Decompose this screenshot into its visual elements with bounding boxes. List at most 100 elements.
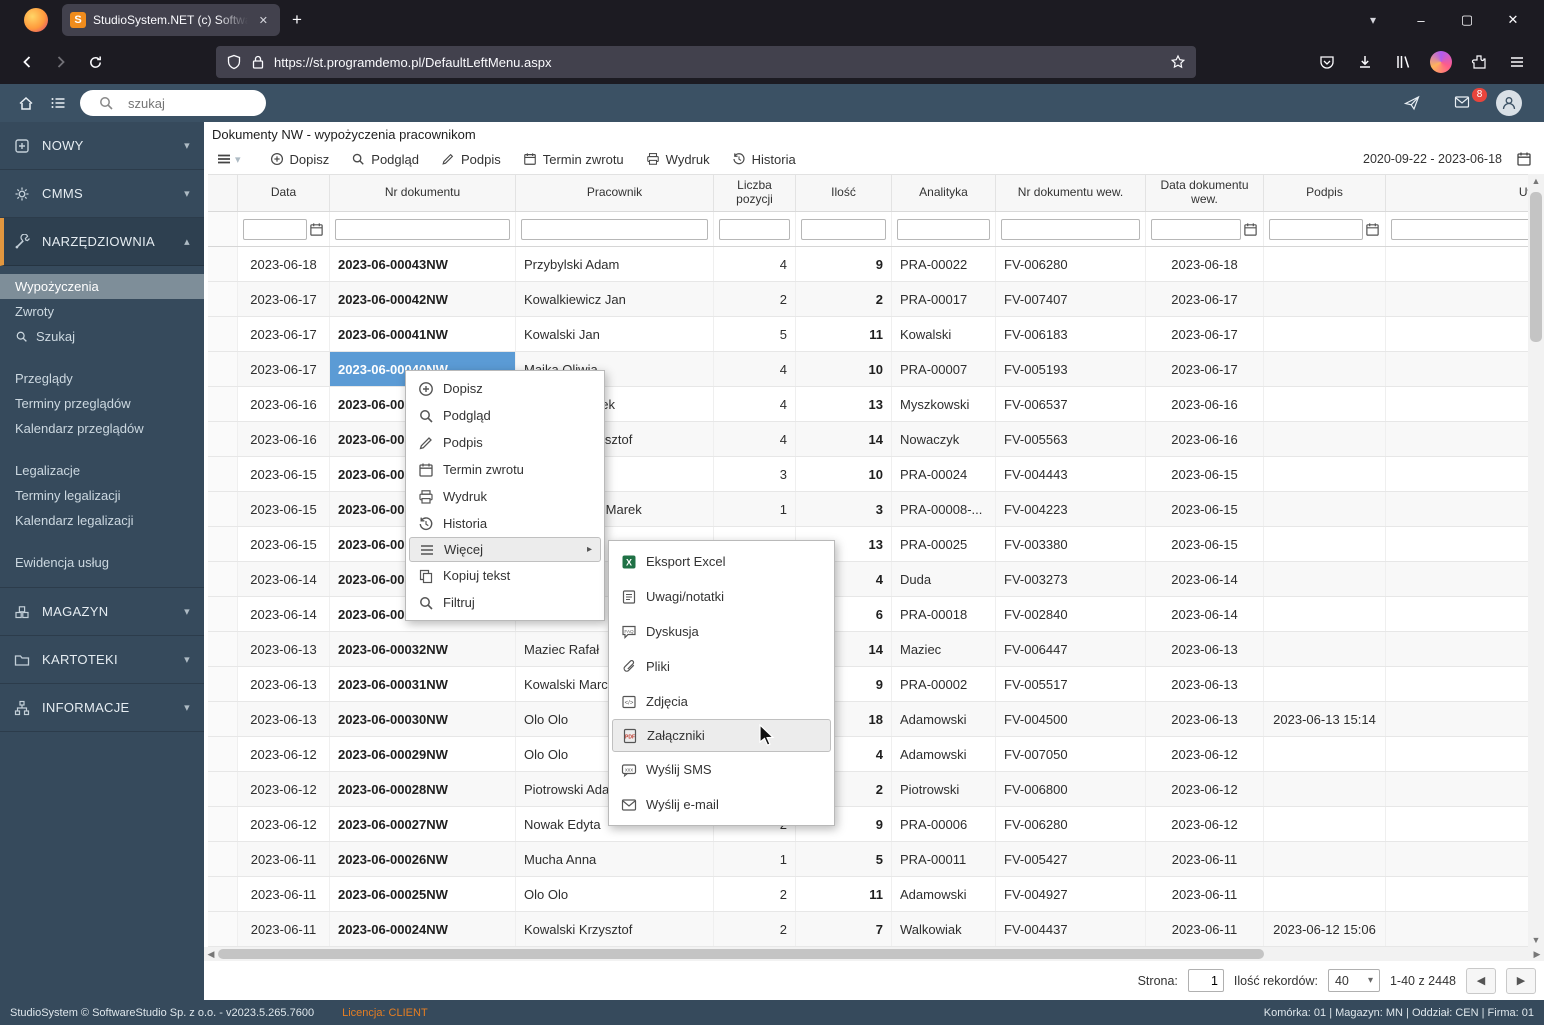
shield-icon[interactable] xyxy=(226,54,242,70)
new-tab-button[interactable]: + xyxy=(280,10,314,30)
column-header-liczba-pozycji[interactable]: Liczba pozycji xyxy=(714,175,796,211)
sidebar-item-informacje[interactable]: INFORMACJE ▾ xyxy=(0,684,204,732)
submenu-item-za-czniki[interactable]: PDF Załączniki xyxy=(612,719,831,752)
calendar-icon[interactable] xyxy=(1243,222,1258,237)
table-row[interactable]: 2023-06-13 2023-06-00032NW Maziec Rafał 14 M… xyxy=(208,632,1532,667)
submenu-item-pliki[interactable]: Pliki xyxy=(609,649,834,684)
user-profile-button[interactable] xyxy=(1496,90,1522,116)
calendar-icon[interactable] xyxy=(309,222,324,237)
column-header-nr-dokumentu-wew[interactable]: Nr dokumentu wew. xyxy=(996,175,1146,211)
column-header-data[interactable]: Data xyxy=(238,175,330,211)
toolbar-button-podgl-d[interactable]: Podgląd xyxy=(340,149,430,170)
filter-input-pracownik[interactable] xyxy=(521,218,708,240)
date-range-calendar-icon[interactable] xyxy=(1516,151,1532,167)
vertical-scrollbar[interactable]: ▲ ▼ xyxy=(1528,174,1544,947)
sidebar-item-nowy[interactable]: NOWY ▾ xyxy=(0,122,204,170)
calendar-icon[interactable] xyxy=(1365,222,1380,237)
column-header-ilo[interactable]: Ilość xyxy=(796,175,892,211)
app-menu-icon[interactable] xyxy=(1500,46,1534,78)
context-menu-item-wydruk[interactable]: Wydruk xyxy=(406,483,604,510)
context-menu-item-termin-zwrotu[interactable]: Termin zwrotu xyxy=(406,456,604,483)
filter-input-liczba-pozycji[interactable] xyxy=(719,218,790,240)
table-row[interactable]: 2023-06-11 2023-06-00025NW Olo Olo 2 11 Adamo… xyxy=(208,877,1532,912)
filter-input-uwagi[interactable] xyxy=(1391,218,1532,240)
scroll-left-icon[interactable]: ◀ xyxy=(204,949,218,960)
window-close-button[interactable]: ✕ xyxy=(1490,5,1536,35)
sidebar-item-cmms[interactable]: CMMS ▾ xyxy=(0,170,204,218)
sidebar-subitem-przegl-dy[interactable]: Przeglądy xyxy=(0,366,204,391)
filter-input-nr-dokumentu[interactable] xyxy=(335,218,510,240)
forward-button[interactable] xyxy=(44,46,78,78)
toolbar-button-termin-zwrotu[interactable]: Termin zwrotu xyxy=(512,149,635,170)
table-row[interactable]: 2023-06-11 2023-06-00026NW Mucha Anna 1 5 PRA… xyxy=(208,842,1532,877)
lock-icon[interactable] xyxy=(250,54,266,70)
sidebar-subitem-terminy-przegl-d-w[interactable]: Terminy przeglądów xyxy=(0,391,204,416)
submenu-item-zdj-cia[interactable]: </> Zdjęcia xyxy=(609,684,834,719)
bookmark-star-icon[interactable] xyxy=(1170,54,1186,70)
context-menu-item-historia[interactable]: Historia xyxy=(406,510,604,537)
horizontal-scrollbar[interactable]: ◀ ▶ xyxy=(204,947,1544,961)
table-row[interactable]: 2023-06-122023-06-00027NWNowak Edyta29PR… xyxy=(208,807,1532,842)
column-header-uwagi[interactable]: Uwagi xyxy=(1386,175,1532,211)
menu-list-icon[interactable] xyxy=(50,95,66,111)
sidebar-subitem-szukaj[interactable]: Szukaj xyxy=(0,324,204,349)
sidebar-subitem-zwroty[interactable]: Zwroty xyxy=(0,299,204,324)
column-header-nr-dokumentu[interactable]: Nr dokumentu xyxy=(330,175,516,211)
toolbar-button-dopisz[interactable]: Dopisz xyxy=(259,149,341,170)
table-row[interactable]: 2023-06-18 2023-06-00043NW Przybylski Adam… xyxy=(208,247,1532,282)
toolbar-button-podpis[interactable]: Podpis xyxy=(430,149,512,170)
table-row[interactable]: 2023-06-12 2023-06-00029NW Olo Olo 4 Adamows… xyxy=(208,737,1532,772)
global-search-input[interactable] xyxy=(128,95,304,111)
page-number-input[interactable] xyxy=(1187,969,1224,992)
table-row[interactable]: 2023-06-17 2023-06-00042NW Kowalkiewicz Ja… xyxy=(208,282,1532,317)
context-menu-item-podgl-d[interactable]: Podgląd xyxy=(406,402,604,429)
filter-input-podpis[interactable] xyxy=(1269,218,1363,240)
page-size-select[interactable]: 40 ▾ xyxy=(1327,969,1380,992)
filter-input-analityka[interactable] xyxy=(897,218,990,240)
firefox-logo-icon[interactable] xyxy=(24,8,48,32)
send-plane-icon[interactable] xyxy=(1404,95,1420,111)
pocket-icon[interactable] xyxy=(1310,46,1344,78)
extensions-puzzle-icon[interactable] xyxy=(1462,46,1496,78)
filter-input-data[interactable] xyxy=(243,218,307,240)
column-header-data-dokumentu-wew[interactable]: Data dokumentu wew. xyxy=(1146,175,1264,211)
filter-input-ilo[interactable] xyxy=(801,218,886,240)
scroll-down-icon[interactable]: ▼ xyxy=(1528,933,1544,947)
downloads-icon[interactable] xyxy=(1348,46,1382,78)
context-menu-item-filtruj[interactable]: Filtruj xyxy=(406,589,604,616)
filter-input-nr-dokumentu-wew[interactable] xyxy=(1001,218,1140,240)
submenu-item-dyskusja[interactable]: FAQ Dyskusja xyxy=(609,614,834,649)
toolbar-button-historia[interactable]: Historia xyxy=(721,149,807,170)
table-row[interactable]: 2023-06-12 2023-06-00028NW Piotrowski Adam… xyxy=(208,772,1532,807)
submenu-item-wy-lij-sms[interactable]: xxx Wyślij SMS xyxy=(609,752,834,787)
sidebar-subitem-ewidencja-us-ug[interactable]: Ewidencja usług xyxy=(0,550,204,575)
context-menu-item-kopiuj-tekst[interactable]: Kopiuj tekst xyxy=(406,562,604,589)
tab-close-icon[interactable]: ✕ xyxy=(255,12,272,29)
home-icon[interactable] xyxy=(18,95,34,111)
submenu-item-wy-lij-e-mail[interactable]: Wyślij e-mail xyxy=(609,787,834,822)
scroll-right-icon[interactable]: ▶ xyxy=(1530,949,1544,960)
sidebar-subitem-terminy-legalizacji[interactable]: Terminy legalizacji xyxy=(0,483,204,508)
library-icon[interactable] xyxy=(1386,46,1420,78)
browser-tab[interactable]: S StudioSystem.NET (c) Software ✕ xyxy=(62,4,280,36)
back-button[interactable] xyxy=(10,46,44,78)
context-menu-item-wi-cej[interactable]: Więcej ▸ xyxy=(409,537,601,562)
sidebar-item-kartoteki[interactable]: KARTOTEKI ▾ xyxy=(0,636,204,684)
url-bar[interactable]: https://st.programdemo.pl/DefaultLeftMen… xyxy=(216,46,1196,78)
sidebar-item-magazyn[interactable]: MAGAZYN ▾ xyxy=(0,588,204,636)
messages-button[interactable]: 8 xyxy=(1446,87,1487,113)
sidebar-subitem-kalendarz-legalizacji[interactable]: Kalendarz legalizacji xyxy=(0,508,204,533)
table-row[interactable]: 2023-06-13 2023-06-00030NW Olo Olo 18 Adamow… xyxy=(208,702,1532,737)
account-avatar[interactable] xyxy=(1424,46,1458,78)
context-menu-item-dopisz[interactable]: Dopisz xyxy=(406,375,604,402)
sidebar-subitem-legalizacje[interactable]: Legalizacje xyxy=(0,458,204,483)
toolbar-button-wydruk[interactable]: Wydruk xyxy=(635,149,721,170)
global-search[interactable] xyxy=(80,90,304,116)
scroll-up-icon[interactable]: ▲ xyxy=(1528,174,1544,188)
sidebar-item-narzedziownia[interactable]: NARZĘDZIOWNIA ▴ xyxy=(0,218,204,266)
table-row[interactable]: 2023-06-11 2023-06-00024NW Kowalski Krzysz… xyxy=(208,912,1532,947)
column-header-podpis[interactable]: Podpis xyxy=(1264,175,1386,211)
sidebar-subitem-wypo-yczenia[interactable]: Wypożyczenia xyxy=(0,274,204,299)
column-header-x[interactable] xyxy=(208,175,238,211)
next-page-button[interactable]: ▶ xyxy=(1506,967,1536,994)
